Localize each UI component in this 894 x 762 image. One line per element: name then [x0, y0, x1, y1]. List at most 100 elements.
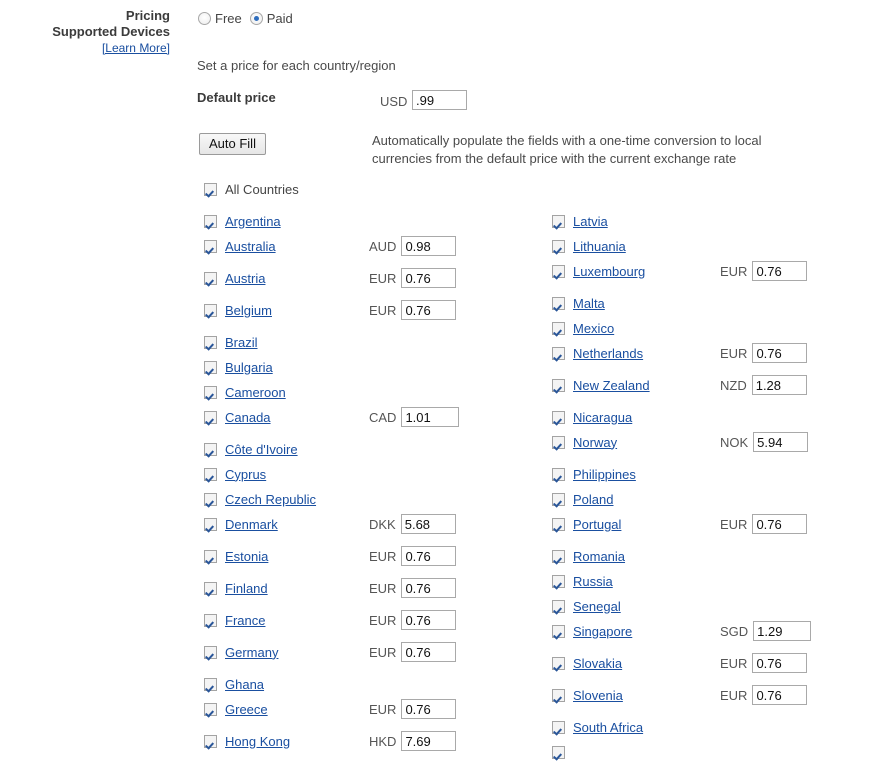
country-checkbox[interactable] [552, 214, 565, 228]
country-link[interactable]: France [225, 613, 265, 628]
country-row: Lithuania [552, 236, 626, 256]
country-link[interactable]: Mexico [573, 321, 614, 336]
country-link[interactable]: Poland [573, 492, 613, 507]
country-checkbox[interactable] [204, 702, 217, 716]
country-price-input[interactable] [753, 432, 809, 452]
country-link[interactable]: Cameroon [225, 385, 286, 400]
country-checkbox[interactable] [552, 296, 565, 310]
country-link[interactable]: Ghana [225, 677, 264, 692]
country-link[interactable]: Denmark [225, 517, 278, 532]
country-link[interactable]: Singapore [573, 624, 632, 639]
country-link[interactable]: Austria [225, 271, 265, 286]
country-link[interactable]: Russia [573, 574, 613, 589]
country-checkbox[interactable] [204, 734, 217, 748]
country-link[interactable]: Lithuania [573, 239, 626, 254]
country-checkbox[interactable] [204, 467, 217, 481]
country-link[interactable]: Luxembourg [573, 264, 645, 279]
country-price-input[interactable] [752, 685, 808, 705]
country-link[interactable]: Argentina [225, 214, 281, 229]
country-link[interactable]: Cyprus [225, 467, 266, 482]
country-checkbox[interactable] [552, 492, 565, 506]
country-checkbox[interactable] [552, 574, 565, 588]
country-checkbox[interactable] [552, 410, 565, 424]
country-link[interactable]: Côte d'Ivoire [225, 442, 298, 457]
country-price-input[interactable] [752, 261, 808, 281]
country-checkbox[interactable] [552, 321, 565, 335]
country-price-input[interactable] [401, 699, 457, 719]
country-checkbox[interactable] [204, 645, 217, 659]
country-link[interactable]: Portugal [573, 517, 621, 532]
country-checkbox[interactable] [204, 492, 217, 506]
country-checkbox[interactable] [204, 239, 217, 253]
country-checkbox[interactable] [552, 624, 565, 638]
country-price-input[interactable] [401, 731, 457, 751]
country-checkbox[interactable] [552, 549, 565, 563]
country-checkbox[interactable] [204, 214, 217, 228]
country-checkbox[interactable] [204, 360, 217, 374]
country-link[interactable]: Norway [573, 435, 617, 450]
country-checkbox[interactable] [552, 467, 565, 481]
country-price-input[interactable] [401, 610, 457, 630]
country-checkbox[interactable] [204, 677, 217, 691]
country-link[interactable]: Hong Kong [225, 734, 290, 749]
country-link[interactable]: Slovakia [573, 656, 622, 671]
country-checkbox[interactable] [204, 385, 217, 399]
country-link[interactable]: Belgium [225, 303, 272, 318]
country-link[interactable]: Latvia [573, 214, 608, 229]
country-link[interactable]: Estonia [225, 549, 268, 564]
country-checkbox[interactable] [552, 720, 565, 734]
country-link[interactable]: Slovenia [573, 688, 623, 703]
country-checkbox[interactable] [204, 410, 217, 424]
country-checkbox[interactable] [552, 378, 565, 392]
country-checkbox[interactable] [204, 303, 217, 317]
country-price-input[interactable] [752, 343, 808, 363]
country-checkbox[interactable] [552, 264, 565, 278]
country-link[interactable]: Finland [225, 581, 268, 596]
country-price-input[interactable] [751, 375, 807, 395]
country-checkbox[interactable] [204, 442, 217, 456]
country-checkbox[interactable] [552, 656, 565, 670]
country-link[interactable]: South Africa [573, 720, 643, 735]
country-checkbox[interactable] [204, 517, 217, 531]
country-checkbox[interactable] [552, 239, 565, 253]
country-row: Greece [204, 699, 268, 719]
country-price-input[interactable] [401, 407, 460, 427]
country-price-input[interactable] [401, 578, 457, 598]
learn-more-link[interactable]: [Learn More] [0, 40, 170, 57]
country-checkbox[interactable] [552, 599, 565, 613]
country-link[interactable]: Brazil [225, 335, 258, 350]
country-link[interactable]: Nicaragua [573, 410, 632, 425]
country-checkbox[interactable] [552, 346, 565, 360]
country-checkbox[interactable] [204, 581, 217, 595]
country-checkbox[interactable] [552, 435, 565, 449]
country-price-input[interactable] [401, 642, 457, 662]
country-link[interactable]: Bulgaria [225, 360, 273, 375]
country-price-input[interactable] [401, 236, 457, 256]
country-price-input[interactable] [401, 268, 457, 288]
country-checkbox[interactable] [552, 688, 565, 702]
country-price-input[interactable] [752, 653, 808, 673]
country-checkbox[interactable] [204, 335, 217, 349]
country-price-input[interactable] [401, 546, 457, 566]
country-link[interactable]: New Zealand [573, 378, 650, 393]
country-link[interactable]: Romania [573, 549, 625, 564]
country-row: Russia [552, 571, 613, 591]
country-checkbox[interactable] [204, 271, 217, 285]
country-link[interactable]: Senegal [573, 599, 621, 614]
country-checkbox[interactable] [552, 517, 565, 531]
country-link[interactable]: Canada [225, 410, 271, 425]
country-link[interactable]: Germany [225, 645, 278, 660]
country-checkbox[interactable] [204, 549, 217, 563]
country-link[interactable]: Australia [225, 239, 276, 254]
country-price-input[interactable] [753, 621, 812, 641]
country-link[interactable]: Malta [573, 296, 605, 311]
country-price-input[interactable] [752, 514, 808, 534]
country-checkbox[interactable] [204, 613, 217, 627]
country-link[interactable]: Netherlands [573, 346, 643, 361]
country-link[interactable]: Czech Republic [225, 492, 316, 507]
country-link[interactable]: Philippines [573, 467, 636, 482]
country-checkbox[interactable] [552, 745, 565, 759]
country-price-input[interactable] [400, 514, 456, 534]
country-link[interactable]: Greece [225, 702, 268, 717]
country-price-input[interactable] [401, 300, 457, 320]
